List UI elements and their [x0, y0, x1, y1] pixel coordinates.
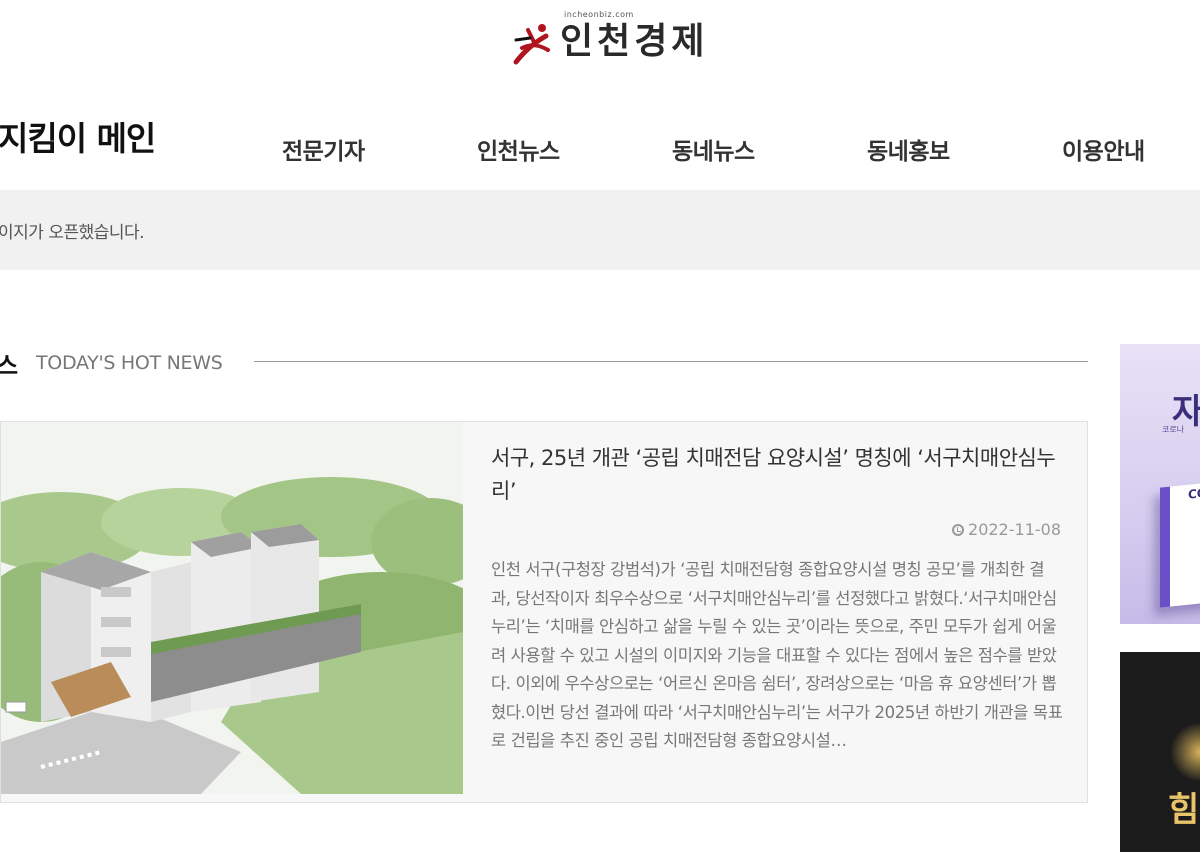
nav-item-neighborhood-news[interactable]: 동네뉴스	[672, 132, 755, 166]
logo-domain: incheonbiz.com	[564, 10, 634, 19]
section-divider	[254, 361, 1088, 362]
notice-bar: 이지가 오픈했습니다.	[0, 190, 1200, 270]
notice-text[interactable]: 이지가 오픈했습니다.	[0, 218, 145, 243]
section-title-en: TODAY'S HOT NEWS	[36, 352, 223, 374]
article-thumbnail[interactable]	[1, 422, 463, 794]
building-illustration	[1, 422, 463, 794]
ad2-glow	[1170, 722, 1200, 782]
side-ad-banner-1[interactable]: 자 코로나 CO Ho	[1120, 344, 1200, 624]
nav-item-expert-reporter[interactable]: 전문기자	[282, 132, 365, 166]
article-date-text: 2022-11-08	[968, 520, 1061, 539]
ad1-subtext: 코로나	[1162, 425, 1185, 434]
article-date: 2022-11-08	[952, 520, 1061, 539]
site-logo[interactable]: incheonbiz.com 인천경제	[512, 8, 732, 65]
main-nav: 전문기자 인천뉴스 동네뉴스 동네홍보 이용안내	[0, 132, 1200, 168]
logo-name: 인천경제	[560, 21, 709, 62]
runner-logo-icon	[513, 24, 550, 65]
ad1-box-text: CO Ho	[1188, 483, 1200, 502]
hot-news-header: 스 TODAY'S HOT NEWS	[0, 344, 1090, 380]
nav-item-neighborhood-promo[interactable]: 동네홍보	[867, 132, 950, 166]
article-summary[interactable]: 인천 서구(구청장 강범석)가 ‘공립 치매전담형 종합요양시설 명칭 공모’를…	[491, 556, 1063, 784]
product-box-image: CO Ho	[1160, 480, 1200, 608]
section-title-ko: 스	[0, 352, 19, 380]
hot-news-card[interactable]: 서구, 25년 개관 ‘공립 치매전담 요양시설’ 명칭에 ‘서구치매안심누리’…	[0, 421, 1088, 803]
clock-icon	[952, 524, 965, 536]
ad2-headline: 힘	[1168, 790, 1199, 830]
article-title[interactable]: 서구, 25년 개관 ‘공립 치매전담 요양시설’ 명칭에 ‘서구치매안심누리’	[491, 442, 1061, 508]
nav-item-incheon-news[interactable]: 인천뉴스	[477, 132, 560, 166]
side-ad-banner-2[interactable]: 힘	[1120, 652, 1200, 852]
nav-item-guide[interactable]: 이용안내	[1062, 132, 1145, 166]
